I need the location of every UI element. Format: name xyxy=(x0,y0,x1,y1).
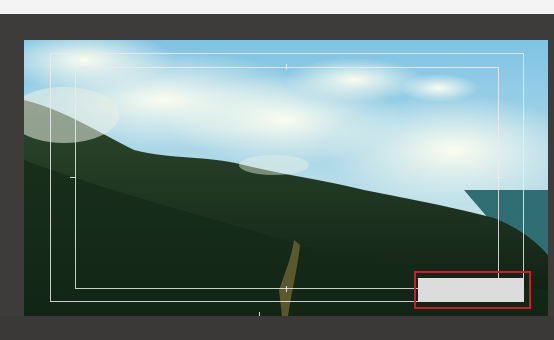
center-tick-right xyxy=(495,177,501,178)
monitor-bottom-bar xyxy=(0,316,554,340)
top-toolbar-strip xyxy=(0,0,554,14)
highlight-box xyxy=(414,271,531,309)
center-tick-left xyxy=(70,177,76,178)
center-tick-bottom xyxy=(286,286,287,292)
frame-center-marker xyxy=(259,312,260,316)
center-tick-top xyxy=(286,64,287,70)
